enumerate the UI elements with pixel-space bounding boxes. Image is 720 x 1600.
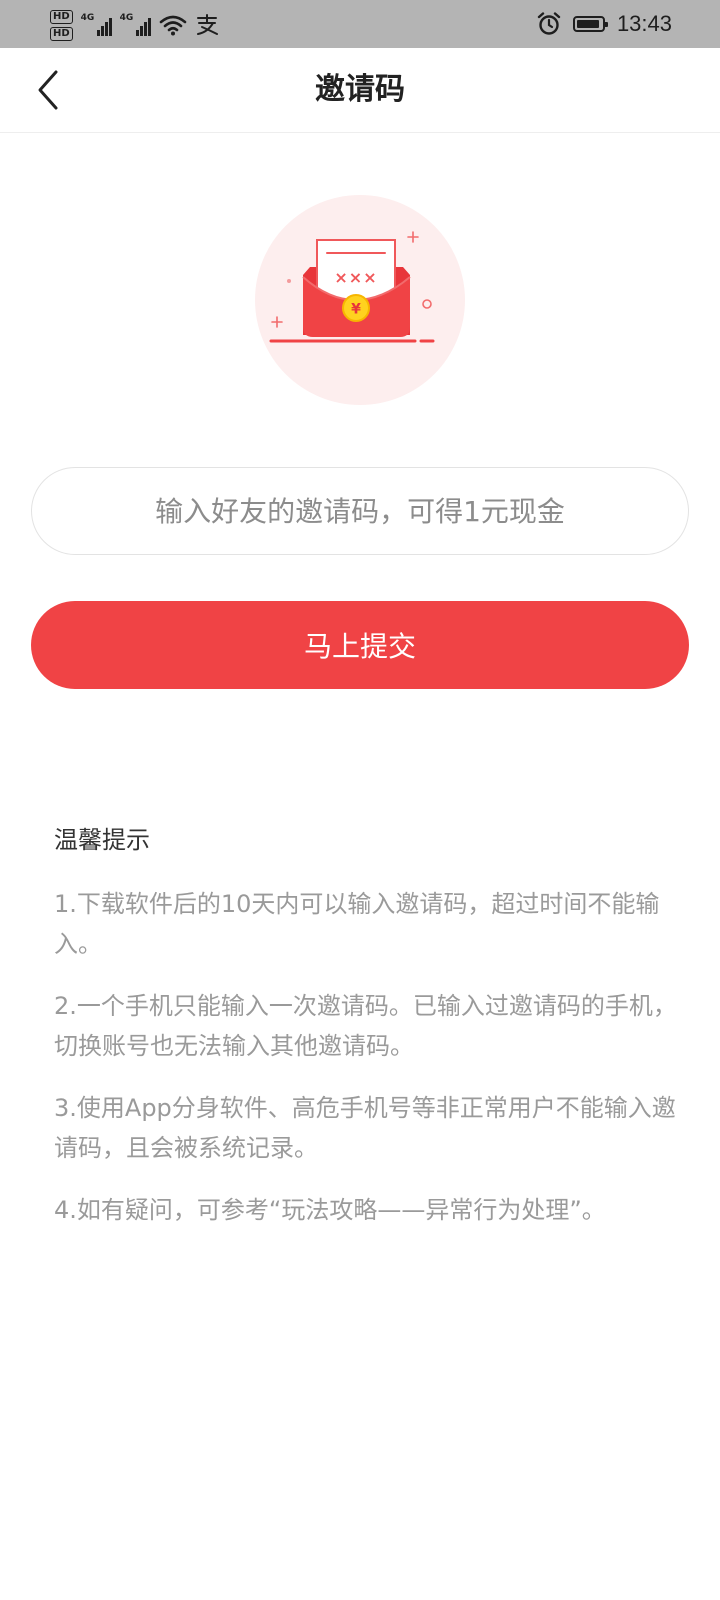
alarm-icon <box>537 12 561 35</box>
page-title: 邀请码 <box>315 72 405 107</box>
tips-title: 温馨提示 <box>54 826 150 854</box>
red-envelope-illustration: ××× ¥ <box>255 195 465 405</box>
letter-text: ××× <box>334 268 377 287</box>
cellular-signal-icon: 4G <box>119 13 151 36</box>
status-time: 13:43 <box>616 11 672 36</box>
coin-symbol: ¥ <box>351 302 361 318</box>
hd-badge: HD <box>50 9 73 24</box>
battery-icon <box>572 16 608 32</box>
tip-item: 2.一个手机只能输入一次邀请码。已输入过邀请码的手机，切换账号也无法输入其他邀请… <box>54 992 677 1060</box>
cellular-signal-icon: 4G <box>80 13 112 36</box>
status-bar: HD HD 4G 4G 13:43 <box>0 0 720 48</box>
tip-item: 1.下载软件后的10天内可以输入邀请码，超过时间不能输入。 <box>54 890 660 958</box>
hd-badge: HD <box>50 26 73 41</box>
status-bar-left: HD HD 4G 4G <box>50 6 219 44</box>
red-envelope-icon: ××× ¥ <box>255 195 465 405</box>
chevron-left-icon <box>38 70 58 110</box>
invite-code-input[interactable] <box>31 467 689 555</box>
nav-bar: 邀请码 <box>0 48 720 133</box>
back-button[interactable] <box>28 68 68 112</box>
tip-item: 3.使用App分身软件、高危手机号等非正常用户不能输入邀请码，且会被系统记录。 <box>54 1094 676 1162</box>
wifi-icon <box>159 15 186 36</box>
tip-item: 4.如有疑问，可参考“玩法攻略——异常行为处理”。 <box>54 1196 606 1224</box>
network-type-label: 4G <box>80 13 95 23</box>
submit-button[interactable]: 马上提交 <box>31 601 689 689</box>
network-type-label: 4G <box>119 13 134 23</box>
hd-badges: HD HD <box>50 9 73 41</box>
tips-section: 温馨提示 1.下载软件后的10天内可以输入邀请码，超过时间不能输入。 2.一个手… <box>54 822 694 1252</box>
status-bar-right: 13:43 <box>537 0 672 48</box>
alipay-icon <box>196 14 218 35</box>
